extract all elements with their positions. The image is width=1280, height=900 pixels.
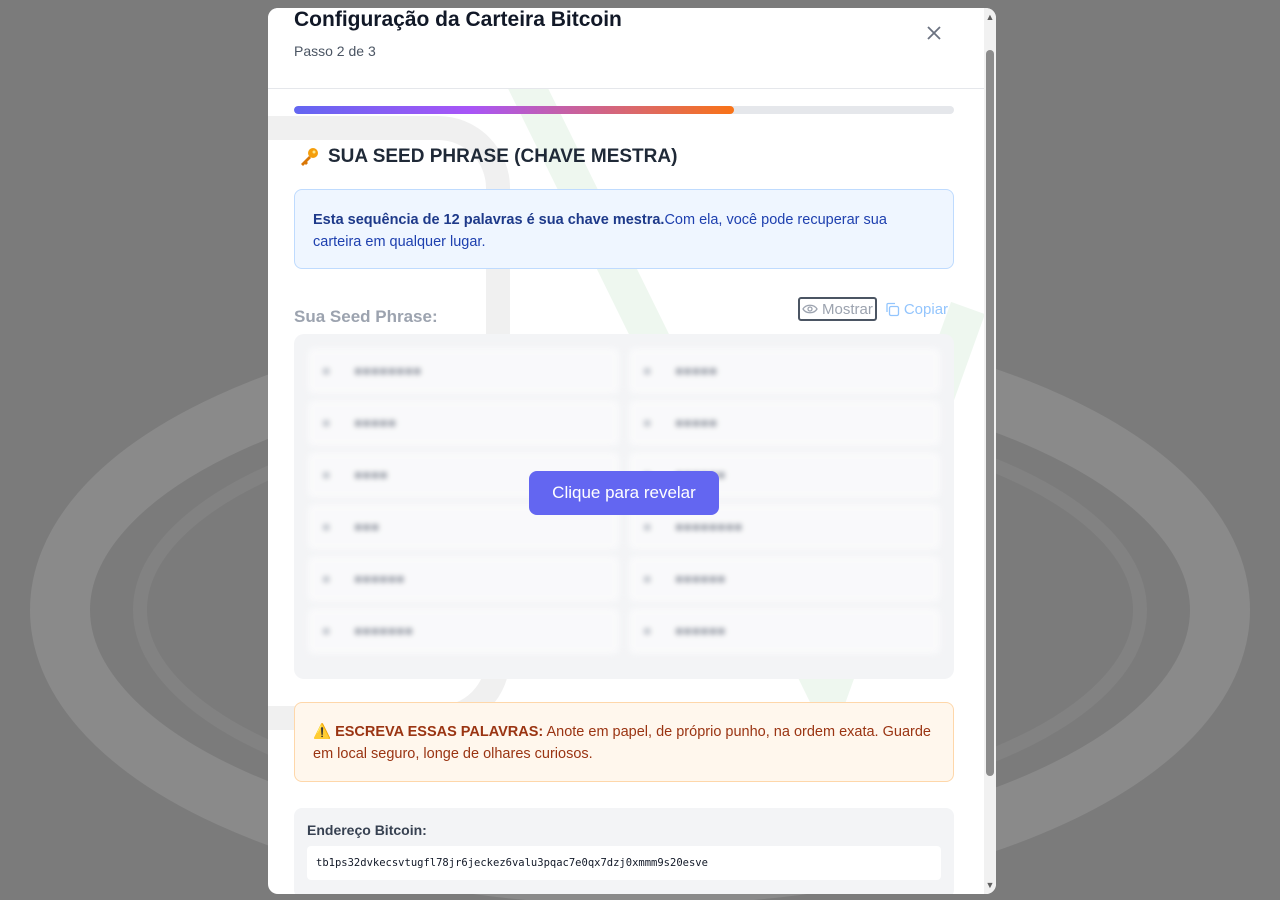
modal-header: Configuração da Carteira Bitcoin Passo 2… <box>268 8 984 89</box>
seed-word-placeholder: ▪▪▪▪▪▪▪ <box>308 556 619 602</box>
scroll-up-arrow-icon[interactable]: ▲ <box>984 10 996 24</box>
seed-info-box: Esta sequência de 12 palavras é sua chav… <box>294 189 954 269</box>
info-bold-text: Esta sequência de 12 palavras é sua chav… <box>313 212 665 228</box>
key-icon <box>301 148 318 166</box>
wallet-setup-modal: Configuração da Carteira Bitcoin Passo 2… <box>268 8 996 894</box>
copy-seed-button[interactable]: Copiar <box>885 301 948 318</box>
bitcoin-address-label: Endereço Bitcoin: <box>307 822 427 838</box>
close-button[interactable] <box>922 21 946 45</box>
seed-word-placeholder: ▪ ▪▪▪▪▪ <box>629 400 940 446</box>
seed-section-title-text: SUA SEED PHRASE (CHAVE MESTRA) <box>328 146 678 167</box>
copy-icon <box>886 302 899 316</box>
scroll-down-arrow-icon[interactable]: ▼ <box>984 878 996 892</box>
seed-word-placeholder: ▪ ▪▪▪▪▪▪▪ <box>308 608 619 654</box>
modal-scrollbar[interactable]: ▲ ▼ <box>984 8 996 894</box>
reveal-seed-button[interactable]: Clique para revelar <box>529 471 719 515</box>
modal-title: Configuração da Carteira Bitcoin <box>294 8 622 31</box>
warning-box: ⚠️ ESCREVA ESSAS PALAVRAS: Anote em pape… <box>294 702 954 782</box>
warning-bold-text: ESCREVA ESSAS PALAVRAS: <box>335 724 544 740</box>
close-icon <box>927 26 941 40</box>
seed-word-placeholder: ▪ ▪▪▪▪▪ <box>308 400 619 446</box>
scrollbar-thumb[interactable] <box>986 50 994 776</box>
seed-actions: Mostrar Copiar <box>798 297 948 321</box>
seed-phrase-label: Sua Seed Phrase: <box>294 307 438 326</box>
show-seed-label: Mostrar <box>822 300 873 318</box>
progress-bar <box>294 106 954 114</box>
seed-word-placeholder: ▪ ▪▪▪▪▪ <box>629 348 940 394</box>
bitcoin-address-box: Endereço Bitcoin: tb1ps32dvkecsvtugfl78j… <box>294 808 954 894</box>
eye-icon <box>802 304 818 314</box>
seed-section-title: SUA SEED PHRASE (CHAVE MESTRA) <box>298 146 677 168</box>
bitcoin-address-value[interactable]: tb1ps32dvkecsvtugfl78jr6jeckez6valu3pqac… <box>307 846 941 880</box>
progress-fill <box>294 106 735 114</box>
seed-phrase-grid: ▪ ▪▪▪▪▪▪▪▪ ▪ ▪▪▪▪▪ ▪ ▪▪▪▪▪ ▪ ▪▪▪▪▪ ▪ ▪▪▪▪ ▪ ▪▪… <box>294 334 954 679</box>
seed-word-placeholder: ▪▪▪▪▪▪▪ <box>629 556 940 602</box>
seed-word-placeholder: ▪ ▪▪▪▪▪▪▪▪ <box>308 348 619 394</box>
step-indicator: Passo 2 de 3 <box>294 43 376 59</box>
show-seed-button[interactable]: Mostrar <box>798 297 877 321</box>
copy-seed-label: Copiar <box>903 300 949 318</box>
seed-word-placeholder: ▪▪▪▪▪▪▪ <box>629 608 940 654</box>
warning-icon: ⚠️ <box>313 724 336 740</box>
